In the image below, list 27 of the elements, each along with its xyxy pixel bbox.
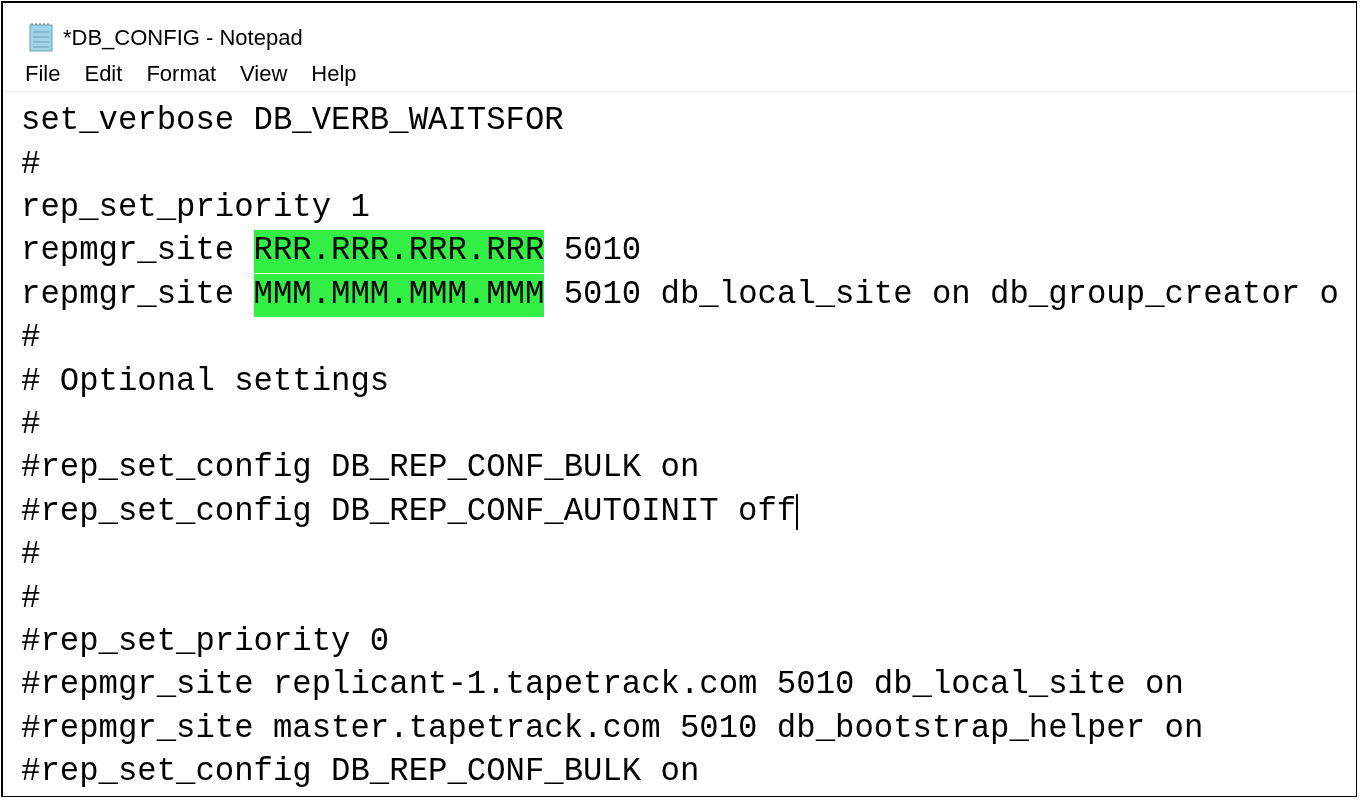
text-line: # <box>21 578 41 619</box>
text-line: #rep_set_priority 0 <box>21 622 390 662</box>
text-line: #rep_set_config DB_REP_CONF_BULK on <box>21 448 700 489</box>
text-line: set_verbose DB_VERB_WAITSFOR <box>21 101 564 142</box>
menu-item[interactable]: Help <box>311 56 357 90</box>
window-title: *DB_CONFIG - Notepad <box>63 23 303 52</box>
menu-item[interactable]: Format <box>146 56 217 90</box>
text-line: #repmgr_site replicant-1.tapetrack.com 5010 db_local_site on <box>21 665 1184 706</box>
menu-item[interactable]: View <box>240 56 288 90</box>
text-line: repmgr_site <box>21 274 236 315</box>
text-line: # <box>21 405 41 446</box>
menu-item[interactable]: File <box>25 56 61 90</box>
text-line: # Optional settings <box>21 361 390 402</box>
text-line: rep_set_priority 1 <box>21 188 370 229</box>
text-line: # <box>21 318 41 359</box>
notepad-icon <box>27 22 55 52</box>
text-line: #repmgr_site master.tapetrack.com 5010 db_bootstrap_helper on <box>21 708 1204 749</box>
menu-item[interactable]: Edit <box>84 56 123 90</box>
text-line: # <box>21 144 41 185</box>
highlighted-text: RRR.RRR.RRR.RRR <box>253 230 545 274</box>
highlighted-text: MMM.MMM.MMM.MMM <box>253 273 545 317</box>
text-line: 5010 <box>562 231 642 272</box>
text-line: #rep_set_config DB_REP_CONF_BULK on <box>21 752 700 793</box>
text-line: 5010 db_local_site on db_group_creator o <box>562 274 1339 315</box>
text-line: # <box>21 535 41 576</box>
text-line: repmgr_site <box>21 231 236 272</box>
text-line: #rep_set_config DB_REP_CONF_AUTOINIT off <box>21 491 797 532</box>
